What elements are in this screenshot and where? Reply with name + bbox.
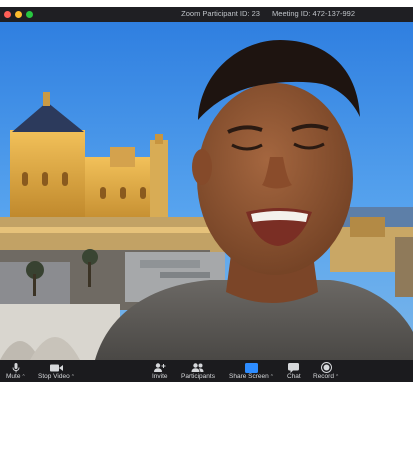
participants-label: Participants — [181, 373, 215, 380]
record-button[interactable]: Record⌃ — [313, 362, 339, 381]
chat-bubble-icon — [288, 362, 300, 373]
add-person-icon — [153, 362, 166, 373]
stop-video-button[interactable]: Stop Video⌃ — [38, 362, 75, 381]
mute-button[interactable]: Mute⌃ — [6, 362, 26, 381]
share-screen-button[interactable]: Share Screen⌃ — [229, 362, 274, 381]
window-controls — [4, 11, 33, 18]
video-options-caret[interactable]: ⌃ — [71, 374, 75, 380]
video-camera-icon — [49, 362, 63, 373]
chat-label: Chat — [287, 373, 301, 380]
meeting-controls-toolbar: Mute⌃ Stop Video⌃ Invite Participants Sh — [0, 360, 413, 382]
microphone-icon — [12, 362, 20, 373]
participant-id-text: Zoom Participant ID: 23 — [181, 9, 260, 18]
minimize-window-button[interactable] — [15, 11, 22, 18]
participants-button[interactable]: Participants — [181, 362, 215, 381]
share-screen-label: Share Screen — [229, 373, 269, 380]
chat-button[interactable]: Chat — [287, 362, 301, 381]
share-screen-icon — [244, 362, 258, 373]
people-icon — [191, 362, 204, 373]
mute-label: Mute — [6, 373, 21, 380]
zoom-meeting-window: Zoom Participant ID: 23 Meeting ID: 472-… — [0, 7, 413, 382]
participant-video — [0, 22, 413, 360]
record-label: Record — [313, 373, 334, 380]
invite-button[interactable]: Invite — [152, 362, 168, 381]
record-icon — [320, 362, 332, 373]
meeting-info: Zoom Participant ID: 23 Meeting ID: 472-… — [171, 9, 355, 18]
record-options-caret[interactable]: ⌃ — [335, 374, 339, 380]
meeting-id-text: Meeting ID: 472-137-992 — [272, 9, 355, 18]
share-options-caret[interactable]: ⌃ — [270, 374, 274, 380]
stop-video-label: Stop Video — [38, 373, 70, 380]
video-frame-image — [0, 22, 413, 360]
invite-label: Invite — [152, 373, 168, 380]
mute-options-caret[interactable]: ⌃ — [21, 374, 25, 380]
close-window-button[interactable] — [4, 11, 11, 18]
title-bar: Zoom Participant ID: 23 Meeting ID: 472-… — [0, 7, 413, 22]
zoom-window-button[interactable] — [26, 11, 33, 18]
